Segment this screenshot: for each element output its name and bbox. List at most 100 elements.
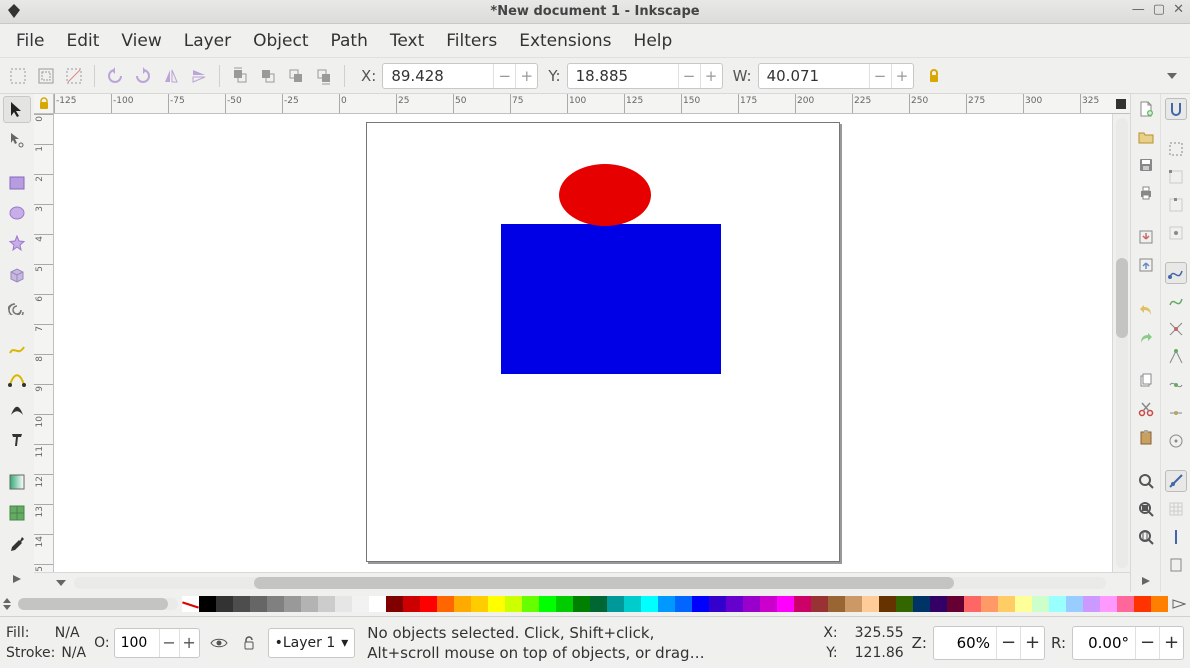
color-swatch[interactable] bbox=[607, 596, 624, 612]
color-swatch[interactable] bbox=[743, 596, 760, 612]
canvas-ellipse[interactable] bbox=[559, 164, 651, 226]
snap-path-icon[interactable] bbox=[1165, 290, 1187, 312]
layer-selector[interactable]: •Layer 1 ▾ bbox=[268, 628, 356, 658]
color-swatch[interactable] bbox=[1032, 596, 1049, 612]
y-field[interactable] bbox=[568, 67, 678, 85]
color-swatch[interactable] bbox=[1083, 596, 1100, 612]
w-increment[interactable]: + bbox=[891, 64, 913, 88]
color-swatch[interactable] bbox=[573, 596, 590, 612]
color-swatch[interactable] bbox=[1049, 596, 1066, 612]
snap-bbox-icon[interactable] bbox=[1165, 138, 1187, 160]
palette-config-icon[interactable] bbox=[1168, 597, 1190, 611]
color-swatch[interactable] bbox=[386, 596, 403, 612]
snap-center-icon[interactable] bbox=[1165, 430, 1187, 452]
color-swatch[interactable] bbox=[930, 596, 947, 612]
menu-view[interactable]: View bbox=[111, 27, 171, 55]
color-swatch[interactable] bbox=[760, 596, 777, 612]
rotation-decrement[interactable]: − bbox=[1135, 627, 1159, 659]
toolbar-overflow-icon[interactable] bbox=[1160, 64, 1184, 88]
color-swatch[interactable] bbox=[1134, 596, 1151, 612]
rotate-ccw-icon[interactable] bbox=[103, 64, 127, 88]
color-swatch[interactable] bbox=[1151, 596, 1168, 612]
x-input[interactable]: − + bbox=[382, 63, 538, 89]
snap-bbox-edge-icon[interactable] bbox=[1165, 194, 1187, 216]
copy-icon[interactable] bbox=[1135, 370, 1157, 392]
color-swatch[interactable] bbox=[590, 596, 607, 612]
color-swatch[interactable] bbox=[794, 596, 811, 612]
canvas-overflow-icon[interactable] bbox=[54, 580, 68, 586]
snap-nodes-icon[interactable] bbox=[1165, 262, 1187, 284]
paste-icon[interactable] bbox=[1135, 426, 1157, 448]
gradient-tool[interactable] bbox=[3, 469, 31, 496]
color-swatch[interactable] bbox=[845, 596, 862, 612]
color-swatch[interactable] bbox=[1100, 596, 1117, 612]
color-swatch[interactable] bbox=[216, 596, 233, 612]
w-input[interactable]: − + bbox=[758, 63, 914, 89]
snap-midpoint-icon[interactable] bbox=[1165, 402, 1187, 424]
color-swatch[interactable] bbox=[1015, 596, 1032, 612]
color-swatch[interactable] bbox=[335, 596, 352, 612]
color-swatch[interactable] bbox=[556, 596, 573, 612]
snap-cusp-icon[interactable] bbox=[1165, 346, 1187, 368]
snap-enable-icon[interactable] bbox=[1165, 98, 1187, 120]
x-increment[interactable]: + bbox=[515, 64, 537, 88]
color-swatch[interactable] bbox=[675, 596, 692, 612]
lock-aspect-icon[interactable] bbox=[922, 64, 946, 88]
y-input[interactable]: − + bbox=[567, 63, 723, 89]
layer-lock-icon[interactable] bbox=[238, 632, 260, 654]
rotation-input[interactable]: − + bbox=[1072, 626, 1184, 660]
color-swatch[interactable] bbox=[777, 596, 794, 612]
ruler-corner[interactable] bbox=[34, 94, 54, 114]
color-swatch[interactable] bbox=[692, 596, 709, 612]
color-swatch[interactable] bbox=[862, 596, 879, 612]
menu-extensions[interactable]: Extensions bbox=[509, 27, 621, 55]
palette-menu-icon[interactable] bbox=[0, 598, 14, 610]
zoom-input[interactable]: − + bbox=[933, 626, 1045, 660]
ruler-vertical[interactable]: 0123456789101112131415 bbox=[34, 114, 54, 572]
snap-guide-icon[interactable] bbox=[1165, 526, 1187, 548]
pencil-tool[interactable] bbox=[3, 335, 31, 362]
y-increment[interactable]: + bbox=[700, 64, 722, 88]
color-swatch[interactable] bbox=[420, 596, 437, 612]
color-swatch[interactable] bbox=[726, 596, 743, 612]
minimize-button[interactable]: — bbox=[1132, 2, 1145, 17]
menu-file[interactable]: File bbox=[6, 27, 54, 55]
rectangle-tool[interactable] bbox=[3, 169, 31, 196]
color-swatch[interactable] bbox=[1117, 596, 1134, 612]
color-swatch[interactable] bbox=[658, 596, 675, 612]
opacity-input[interactable]: − + bbox=[114, 628, 200, 658]
import-icon[interactable] bbox=[1135, 226, 1157, 248]
text-tool[interactable] bbox=[3, 427, 31, 454]
color-swatch[interactable] bbox=[403, 596, 420, 612]
node-tool[interactable] bbox=[3, 127, 31, 154]
lower-icon[interactable] bbox=[284, 64, 308, 88]
x-field[interactable] bbox=[383, 67, 493, 85]
color-swatch[interactable] bbox=[250, 596, 267, 612]
fill-stroke-indicator[interactable]: Fill: N/A Stroke:N/A bbox=[6, 623, 86, 663]
color-swatch[interactable] bbox=[454, 596, 471, 612]
color-swatch[interactable] bbox=[199, 596, 216, 612]
color-swatch[interactable] bbox=[369, 596, 386, 612]
rotation-increment[interactable]: + bbox=[1159, 627, 1183, 659]
x-decrement[interactable]: − bbox=[493, 64, 515, 88]
color-swatch[interactable] bbox=[981, 596, 998, 612]
dropper-tool[interactable] bbox=[3, 531, 31, 558]
w-decrement[interactable]: − bbox=[869, 64, 891, 88]
color-swatch[interactable] bbox=[1066, 596, 1083, 612]
color-swatch[interactable] bbox=[998, 596, 1015, 612]
zoom-page-icon[interactable] bbox=[1135, 526, 1157, 548]
layer-visible-icon[interactable] bbox=[208, 632, 230, 654]
color-swatch[interactable] bbox=[641, 596, 658, 612]
zoom-increment[interactable]: + bbox=[1020, 627, 1044, 659]
zoom-drawing-icon[interactable] bbox=[1135, 498, 1157, 520]
color-swatch[interactable] bbox=[539, 596, 556, 612]
cut-icon[interactable] bbox=[1135, 398, 1157, 420]
cube-tool[interactable] bbox=[3, 261, 31, 288]
flip-v-icon[interactable] bbox=[187, 64, 211, 88]
menu-filters[interactable]: Filters bbox=[436, 27, 507, 55]
color-swatch[interactable] bbox=[811, 596, 828, 612]
color-swatch[interactable] bbox=[828, 596, 845, 612]
toolbox-overflow-icon[interactable] bbox=[3, 565, 31, 592]
redo-icon[interactable] bbox=[1135, 326, 1157, 348]
deselect-icon[interactable] bbox=[62, 64, 86, 88]
